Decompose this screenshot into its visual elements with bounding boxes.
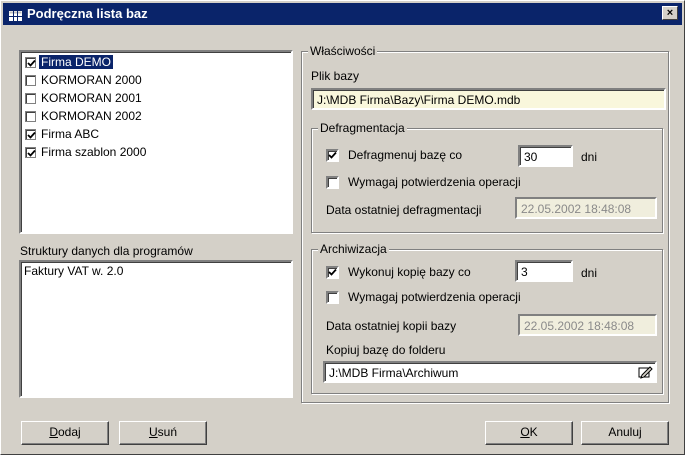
list-item-label: KORMORAN 2002 — [41, 109, 142, 123]
defrag-confirm-label: Wymagaj potwierdzenia operacji — [348, 175, 521, 189]
remove-accel: U — [148, 425, 158, 439]
db-file-field[interactable]: J:\MDB Firma\Bazy\Firma DEMO.mdb — [311, 88, 666, 110]
table-icon — [9, 9, 22, 21]
window-title: Podręczna lista baz — [27, 6, 148, 21]
checkmark-icon — [328, 268, 337, 276]
checkbox-box[interactable] — [326, 176, 339, 189]
list-item-checkbox[interactable] — [25, 75, 36, 86]
checkmark-icon — [27, 59, 36, 67]
cancel-label: Anuluj — [608, 425, 642, 439]
structures-label: Struktury danych dla programów — [20, 244, 193, 258]
defrag-legend: Defragmentacja — [318, 121, 407, 135]
structure-item[interactable]: Faktury VAT w. 2.0 — [24, 264, 123, 278]
list-item-checkbox[interactable] — [25, 93, 36, 104]
checkbox-box[interactable] — [326, 266, 339, 279]
cancel-button[interactable]: Anuluj — [581, 421, 669, 445]
structures-list[interactable]: Faktury VAT w. 2.0 — [19, 260, 293, 398]
checkmark-icon — [27, 131, 36, 139]
defrag-last-value: 22.05.2002 18:48:08 — [515, 197, 657, 219]
database-list[interactable]: Firma DEMO KORMORAN 2000 KORMORAN 2001 KORM… — [19, 50, 293, 234]
add-button[interactable]: Dodaj — [21, 421, 109, 445]
ok-accel: O — [520, 425, 530, 439]
list-item-label: KORMORAN 2001 — [41, 91, 142, 105]
list-item-label: Firma ABC — [41, 127, 100, 141]
dialog-window: Podręczna lista baz × Firma DEMO KORMORAN… — [0, 0, 685, 455]
defrag-days-field[interactable]: 30 — [518, 145, 573, 167]
archive-folder-label: Kopiuj bazę do folderu — [326, 343, 446, 357]
archive-days-unit: dni — [581, 266, 598, 280]
archive-days-field[interactable]: 3 — [515, 260, 573, 282]
add-label: odaj — [57, 425, 81, 439]
list-item-label: Firma szablon 2000 — [41, 145, 147, 159]
archive-legend: Archiwizacja — [318, 242, 389, 256]
archive-last-value: 22.05.2002 18:48:08 — [518, 314, 657, 336]
archive-confirm-label: Wymagaj potwierdzenia operacji — [348, 290, 521, 304]
properties-legend: Właściwości — [308, 44, 378, 58]
checkmark-icon — [328, 151, 337, 159]
list-item-checkbox[interactable] — [25, 147, 36, 158]
title-bar[interactable]: Podręczna lista baz × — [3, 3, 682, 25]
defrag-enable-label: Defragmenuj bazę co — [348, 148, 463, 162]
list-item-checkbox[interactable] — [25, 129, 36, 140]
list-item-label: Firma DEMO — [38, 54, 114, 70]
db-file-label: Plik bazy — [311, 69, 360, 83]
archive-last-label: Data ostatniej kopii bazy — [326, 319, 457, 333]
archive-enable-label: Wykonuj kopię bazy co — [348, 265, 471, 279]
list-item-checkbox[interactable] — [25, 111, 36, 122]
defrag-last-label: Data ostatniej defragmentacji — [326, 203, 482, 217]
remove-label: suń — [157, 425, 178, 439]
close-icon: × — [666, 7, 674, 19]
close-button[interactable]: × — [662, 6, 678, 20]
ok-label: K — [529, 425, 538, 439]
checkbox-box[interactable] — [326, 291, 339, 304]
folder-edit-icon[interactable] — [636, 364, 654, 380]
checkmark-icon — [27, 149, 36, 157]
archive-folder-value: J:\MDB Firma\Archiwum — [329, 366, 459, 380]
remove-button[interactable]: Usuń — [119, 421, 207, 445]
list-item-label: KORMORAN 2000 — [41, 73, 142, 87]
ok-button[interactable]: OK — [485, 421, 573, 445]
list-item-checkbox[interactable] — [25, 57, 36, 68]
checkbox-box[interactable] — [326, 149, 339, 162]
archive-folder-field[interactable]: J:\MDB Firma\Archiwum — [323, 361, 657, 383]
add-accel: D — [49, 425, 58, 439]
defrag-days-unit: dni — [581, 150, 598, 164]
